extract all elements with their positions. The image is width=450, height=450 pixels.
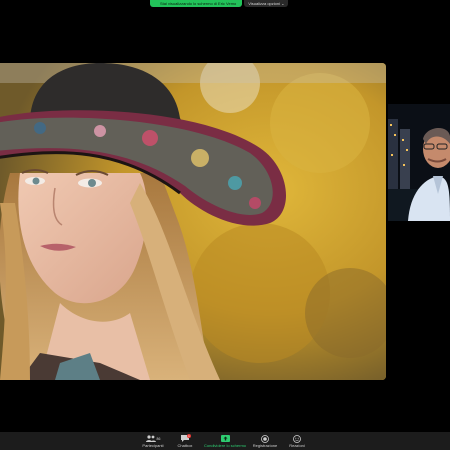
- participants-icon: [145, 435, 156, 442]
- reactions-button[interactable]: Reazioni: [284, 432, 310, 450]
- chat-label: Chatbox: [177, 443, 193, 448]
- participant-video-tile[interactable]: [388, 104, 450, 221]
- reactions-label: Reazioni: [289, 443, 305, 448]
- smiley-icon: [293, 434, 301, 443]
- share-status-pill[interactable]: Stai visualizzando lo schermo di Eric Ve…: [150, 0, 243, 7]
- share-screen-label: Condividere lo schermo: [203, 443, 247, 448]
- shared-screen-image: [0, 63, 386, 380]
- share-screen-icon: [220, 435, 230, 442]
- participants-count: 86: [156, 436, 161, 441]
- record-button[interactable]: Registrazione: [252, 432, 278, 450]
- meeting-window: Stai visualizzando lo schermo di Eric Ve…: [0, 0, 450, 450]
- view-options-button[interactable]: Visualizza opzioni ⌄: [244, 0, 289, 7]
- chat-button[interactable]: 1 Chatbox: [172, 432, 198, 450]
- chevron-down-icon: ⌄: [280, 1, 285, 6]
- share-banner: Stai visualizzando lo schermo di Eric Ve…: [150, 0, 289, 7]
- record-label: Registrazione: [252, 443, 278, 448]
- view-options-label: Visualizza opzioni: [248, 1, 280, 6]
- meeting-toolbar: 86 Partecipanti 1 Chatbox Condividere lo…: [0, 432, 450, 450]
- participant-video-image: [388, 104, 450, 221]
- share-screen-button[interactable]: Condividere lo schermo: [204, 432, 246, 450]
- participants-button[interactable]: 86 Partecipanti: [140, 432, 166, 450]
- participants-label: Partecipanti: [142, 443, 164, 448]
- record-icon: [261, 434, 269, 443]
- share-status-text: Stai visualizzando lo schermo di Eric Ve…: [160, 1, 237, 6]
- shared-screen: [0, 63, 386, 380]
- chat-unread-badge: 1: [186, 434, 191, 438]
